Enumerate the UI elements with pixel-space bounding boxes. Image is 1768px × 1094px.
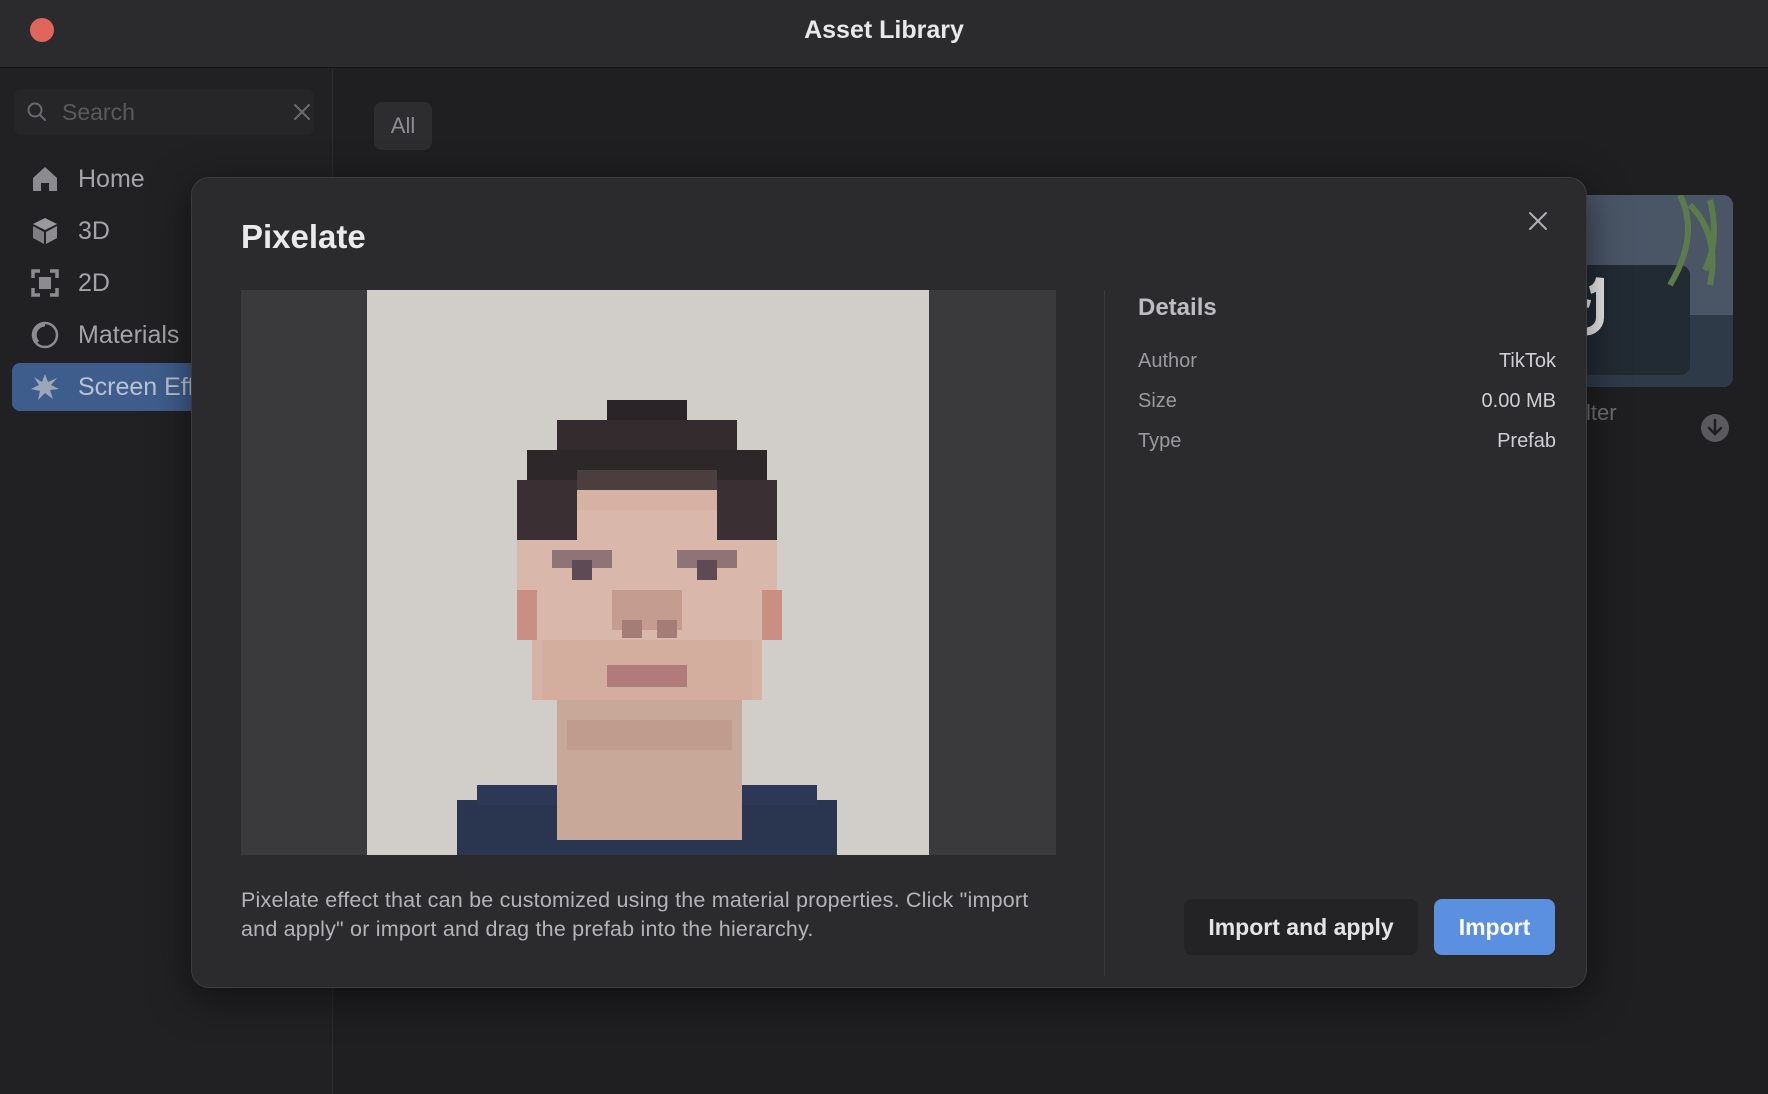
asset-detail-dialog: Pixelate Pixelate effect that can be cus… <box>191 177 1587 988</box>
detail-key: Size <box>1138 390 1177 412</box>
sidebar-item-label: 2D <box>78 268 110 297</box>
detail-row-author: Author TikTok <box>1138 350 1556 378</box>
search-input[interactable] <box>62 97 272 127</box>
detail-key: Author <box>1138 350 1197 372</box>
filter-chip-all[interactable]: All <box>374 102 432 150</box>
import-button[interactable]: Import <box>1434 899 1555 955</box>
screen-effects-icon <box>31 374 59 400</box>
sidebar-item-label: Home <box>78 164 145 193</box>
asset-card-label: lter <box>1586 400 1617 425</box>
sidebar-item-label: Materials <box>78 320 180 349</box>
preview-image <box>367 290 929 855</box>
preview-frame <box>241 290 1056 855</box>
divider <box>1104 290 1105 976</box>
sidebar-item-label: 3D <box>78 216 110 245</box>
materials-icon <box>31 321 59 349</box>
cube-icon <box>33 218 57 244</box>
search-box <box>14 89 314 135</box>
detail-value: Prefab <box>1497 430 1556 452</box>
detail-key: Type <box>1138 430 1182 452</box>
clear-search-icon[interactable] <box>291 101 313 123</box>
details-heading: Details <box>1138 294 1217 321</box>
search-icon <box>27 102 46 121</box>
sidebar-item-label: Screen Effe <box>78 372 209 401</box>
asset-description: Pixelate effect that can be customized u… <box>241 888 1029 941</box>
detail-row-size: Size 0.00 MB <box>1138 390 1556 418</box>
dialog-title: Pixelate <box>241 218 366 255</box>
detail-row-type: Type Prefab <box>1138 430 1556 458</box>
window-title: Asset Library <box>804 16 964 44</box>
import-and-apply-button[interactable]: Import and apply <box>1184 899 1418 955</box>
close-icon[interactable] <box>1526 209 1550 233</box>
home-icon <box>33 167 57 191</box>
frame-2d-icon <box>31 269 59 297</box>
detail-value: 0.00 MB <box>1481 390 1556 412</box>
title-bar: Asset Library <box>0 0 1768 68</box>
download-icon[interactable] <box>1700 413 1730 443</box>
detail-value: TikTok <box>1498 350 1556 372</box>
